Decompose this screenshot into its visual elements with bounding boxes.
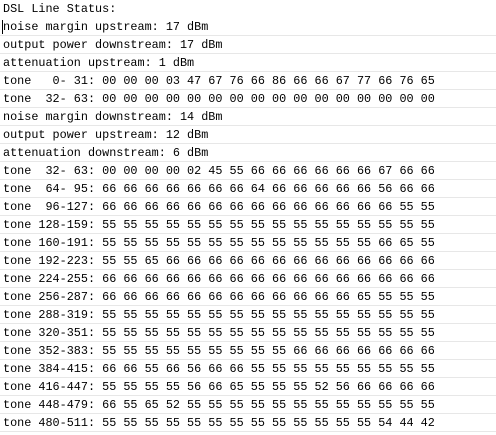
text-line[interactable]: output power upstream: 12 dBm bbox=[0, 126, 496, 144]
text-line[interactable]: tone 128-159: 55 55 55 55 55 55 55 55 55… bbox=[0, 216, 496, 234]
text-line[interactable]: attenuation upstream: 1 dBm bbox=[0, 54, 496, 72]
text-line[interactable]: tone 192-223: 55 55 65 66 66 66 66 66 66… bbox=[0, 252, 496, 270]
text-line[interactable]: tone 32- 63: 00 00 00 00 00 00 00 00 00 … bbox=[0, 90, 496, 108]
text-line[interactable]: tone 32- 63: 00 00 00 00 02 45 55 66 66 … bbox=[0, 162, 496, 180]
text-line[interactable]: noise margin upstream: 17 dBm bbox=[0, 18, 496, 36]
text-editor[interactable]: DSL Line Status: noise margin upstream: … bbox=[0, 0, 496, 435]
text-line[interactable]: tone 384-415: 66 66 55 66 56 66 66 55 55… bbox=[0, 360, 496, 378]
text-line[interactable]: DSL Line Status: bbox=[0, 0, 496, 18]
text-line[interactable]: tone 352-383: 55 55 55 55 55 55 55 55 55… bbox=[0, 342, 496, 360]
text-line[interactable]: tone 320-351: 55 55 55 55 55 55 55 55 55… bbox=[0, 324, 496, 342]
text-line[interactable]: tone 480-511: 55 55 55 55 55 55 55 55 55… bbox=[0, 414, 496, 432]
text-line[interactable]: tone 288-319: 55 55 55 55 55 55 55 55 55… bbox=[0, 306, 496, 324]
text-line[interactable]: tone 224-255: 66 66 66 66 66 66 66 66 66… bbox=[0, 270, 496, 288]
text-line[interactable]: tone 256-287: 66 66 66 66 66 66 66 66 66… bbox=[0, 288, 496, 306]
text-line[interactable]: noise margin downstream: 14 dBm bbox=[0, 108, 496, 126]
text-line[interactable]: output power downstream: 17 dBm bbox=[0, 36, 496, 54]
text-line[interactable]: tone 448-479: 66 55 65 52 55 55 55 55 55… bbox=[0, 396, 496, 414]
text-line[interactable]: tone 160-191: 55 55 55 55 55 55 55 55 55… bbox=[0, 234, 496, 252]
text-line[interactable]: attenuation downstream: 6 dBm bbox=[0, 144, 496, 162]
text-caret bbox=[2, 20, 3, 34]
text-line[interactable]: tone 96-127: 66 66 66 66 66 66 66 66 66 … bbox=[0, 198, 496, 216]
text-line[interactable]: tone 0- 31: 00 00 00 03 47 67 76 66 86 6… bbox=[0, 72, 496, 90]
text-line[interactable]: tone 416-447: 55 55 55 55 56 66 65 55 55… bbox=[0, 378, 496, 396]
text-line[interactable]: tone 64- 95: 66 66 66 66 66 66 66 64 66 … bbox=[0, 180, 496, 198]
